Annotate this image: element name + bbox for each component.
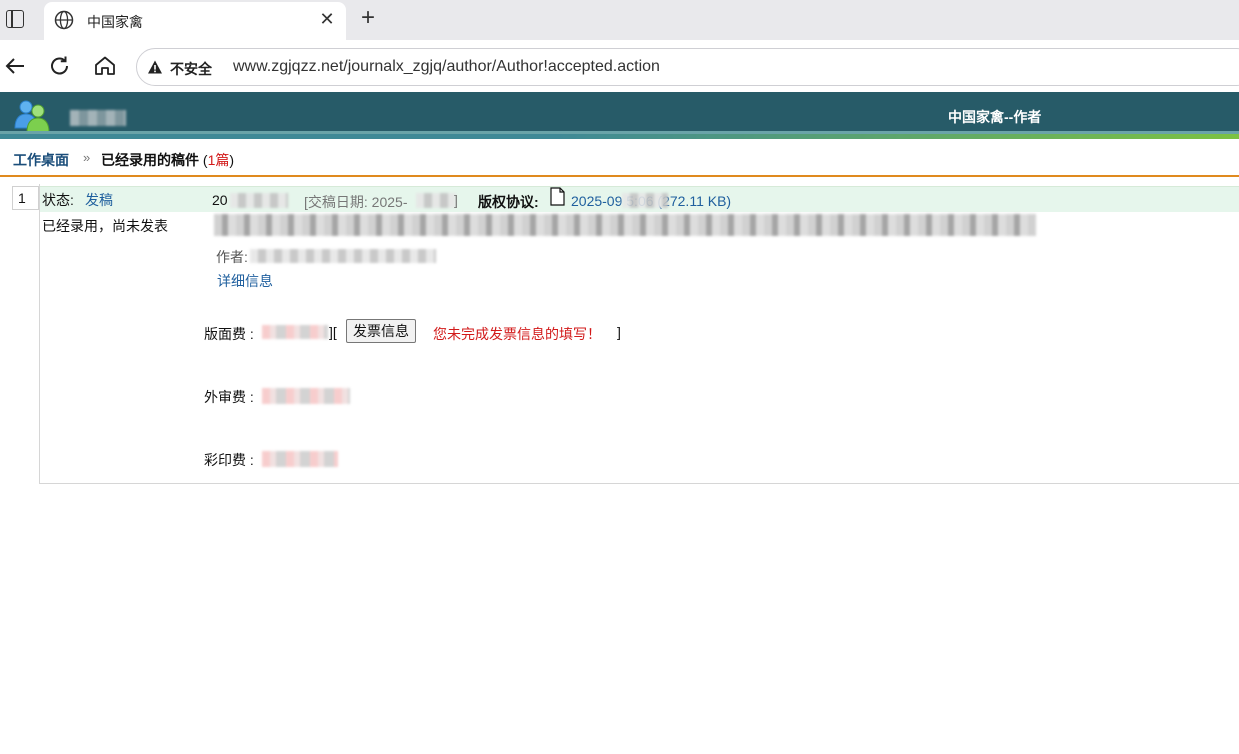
home-icon[interactable] (92, 53, 118, 79)
submit-date: [交稿日期: 2025- (304, 194, 408, 210)
manuscript-id: 20 (212, 192, 228, 208)
acceptance-state: 已经录用，尚未发表 (42, 218, 168, 234)
browser-tab[interactable]: 中国家禽 ✕ (44, 2, 346, 40)
file-icon (550, 187, 565, 206)
record-index: 1 (18, 190, 26, 206)
breadcrumb-count-open: ( (199, 152, 208, 168)
breadcrumb-count: 1篇 (207, 152, 230, 168)
author-names-redacted (250, 249, 436, 263)
page-fee-bracket-close: ] (617, 324, 621, 340)
site-header: 中国家禽--作者 (0, 92, 1239, 139)
review-fee-label: 外审费 : (204, 389, 254, 405)
manuscript-title-redacted[interactable] (214, 214, 1036, 236)
back-arrow-icon[interactable] (2, 53, 28, 79)
breadcrumb: 工作桌面 » 已经录用的稿件 (1篇) (0, 139, 1239, 177)
breadcrumb-count-close: ) (229, 152, 235, 168)
page-fee-redacted (262, 325, 328, 339)
breadcrumb-current: 已经录用的稿件 (1篇) (101, 150, 234, 170)
site-title: 中国家禽--作者 (948, 109, 1042, 125)
close-tab-icon[interactable]: ✕ (316, 8, 338, 30)
warning-triangle-icon (148, 60, 162, 74)
window-menu-icon[interactable] (6, 10, 24, 28)
manuscript-id-redacted (230, 193, 288, 208)
not-secure-label[interactable]: 不安全 (170, 59, 212, 79)
submit-date-redacted (416, 193, 456, 208)
browser-toolbar: 不安全 www.zgjqzz.net/journalx_zgjq/author/… (0, 40, 1239, 92)
color-print-fee-redacted (262, 451, 338, 467)
breadcrumb-home-link[interactable]: 工作桌面 (13, 150, 69, 170)
users-icon (14, 100, 50, 132)
record-index-cell: 1 (12, 186, 39, 210)
status-link[interactable]: 发稿 (85, 190, 113, 210)
submit-date-close: ] (454, 192, 458, 208)
url-text[interactable]: www.zgjqzz.net/journalx_zgjq/author/Auth… (233, 58, 660, 76)
manuscript-record: 1 状态: 发稿 已经录用，尚未发表 20 [交稿日期: 2025- ] 版权协… (0, 184, 1239, 484)
browser-tab-bar: 中国家禽 ✕ + (0, 0, 1239, 40)
status-label: 状态: (42, 192, 74, 208)
breadcrumb-current-label: 已经录用的稿件 (101, 152, 199, 168)
tab-title: 中国家禽 (87, 14, 143, 30)
new-tab-button[interactable]: + (356, 6, 380, 30)
copyright-label: 版权协议: (478, 194, 539, 210)
username-redacted (70, 110, 126, 126)
record-body: 状态: 发稿 已经录用，尚未发表 20 [交稿日期: 2025- ] 版权协议:… (39, 184, 1239, 484)
review-fee-redacted (262, 388, 350, 404)
author-label: 作者: (216, 249, 248, 265)
breadcrumb-separator: » (83, 150, 91, 165)
detail-info-link[interactable]: 详细信息 (217, 271, 273, 291)
file-date-redacted (622, 193, 668, 208)
invoice-warning: 您未完成发票信息的填写！ (433, 326, 601, 342)
page-fee-label: 版面费 : (204, 326, 254, 342)
invoice-info-button[interactable]: 发票信息 (346, 319, 416, 343)
reload-icon[interactable] (47, 53, 73, 79)
color-print-fee-label: 彩印费 : (204, 452, 254, 468)
page-fee-bracket-open: ][ (329, 324, 337, 340)
globe-icon (54, 10, 74, 30)
address-bar[interactable]: 不安全 www.zgjqzz.net/journalx_zgjq/author/… (136, 48, 1239, 86)
